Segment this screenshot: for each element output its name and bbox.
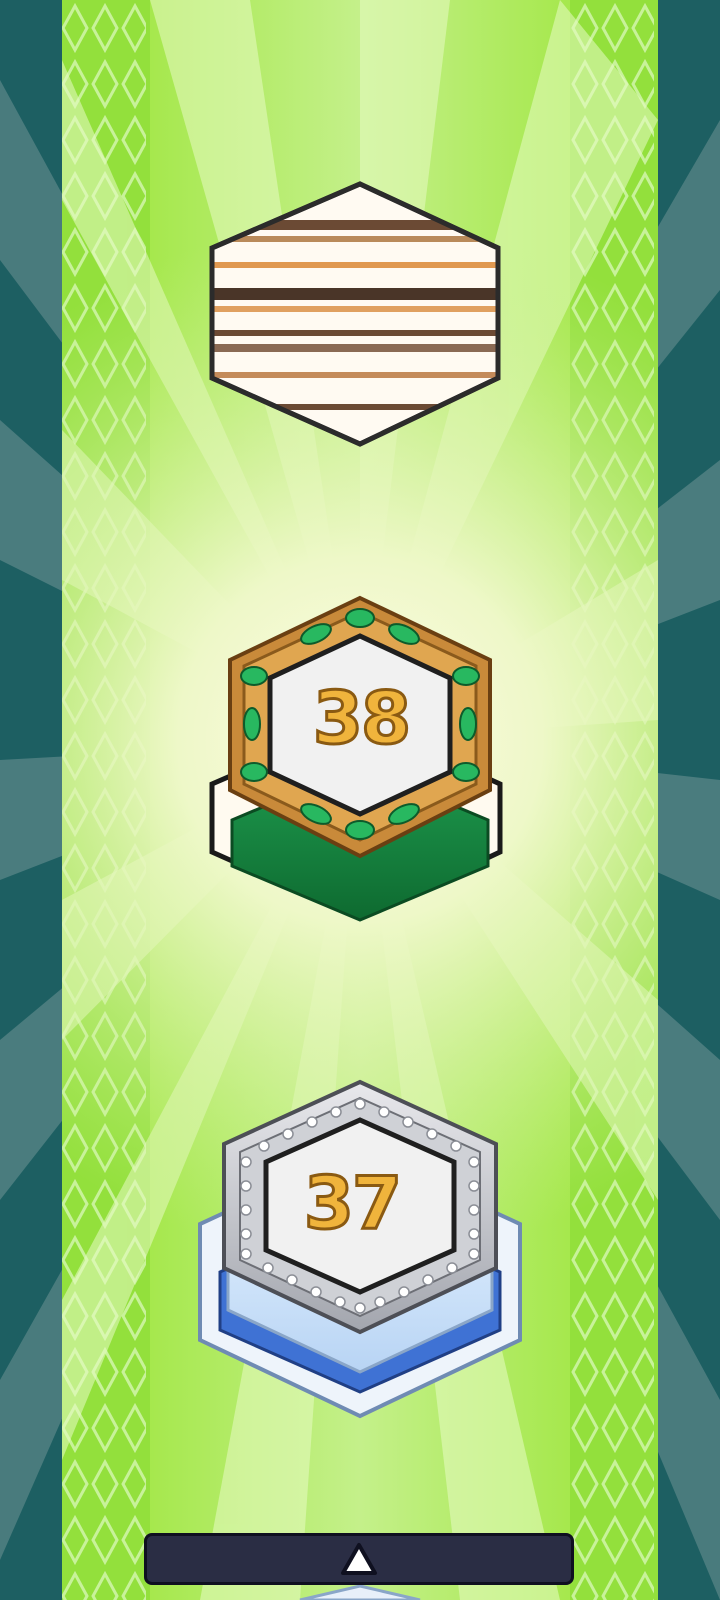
level-38-number: 38 [311, 676, 412, 760]
up-triangle-icon [341, 1543, 377, 1575]
level-37-number: 37 [302, 1161, 403, 1245]
scroll-up-button[interactable] [144, 1533, 574, 1585]
game-scene [0, 0, 720, 1600]
